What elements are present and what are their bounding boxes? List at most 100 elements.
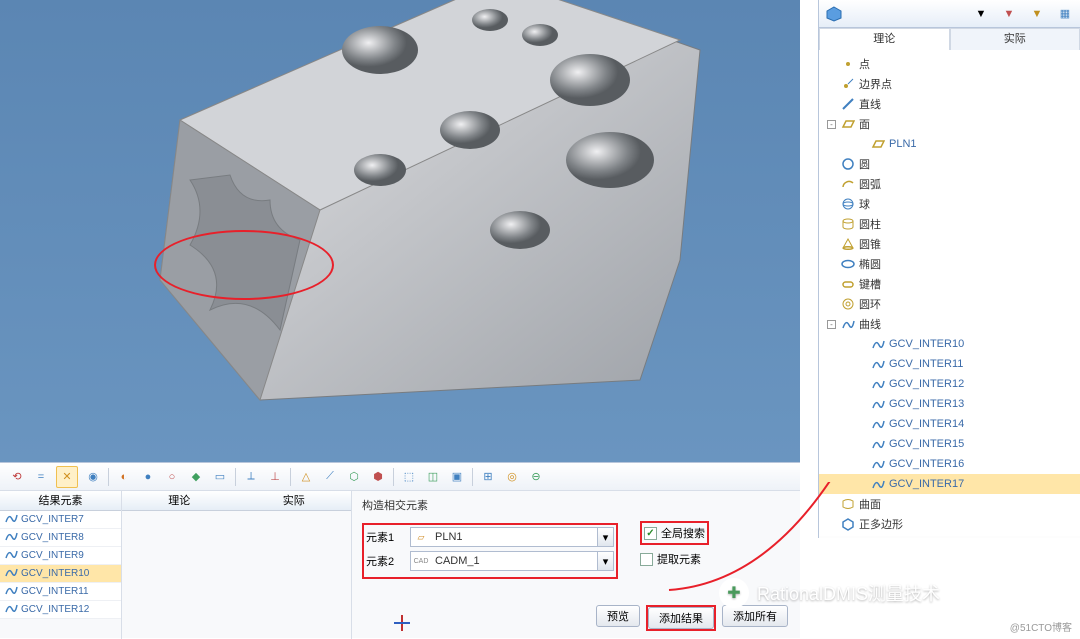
tree-node[interactable]: 圆弧 — [819, 174, 1080, 194]
element1-dropdown[interactable]: ▾ — [598, 527, 614, 547]
result-row[interactable]: GCV_INTER7 — [0, 511, 121, 529]
add-all-button[interactable]: 添加所有 — [722, 605, 788, 627]
cad-model — [120, 0, 720, 420]
element2-field[interactable]: CAD CADM_1 — [410, 551, 598, 571]
curve-icon — [4, 511, 18, 528]
tree-node[interactable]: 圆锥 — [819, 234, 1080, 254]
tree-child-node[interactable]: GCV_INTER11 — [819, 354, 1080, 374]
tool-ref2-icon[interactable]: ⊥ — [266, 468, 284, 486]
feature-icon — [871, 337, 885, 351]
tree-node[interactable]: 点 — [819, 54, 1080, 74]
feature-icon — [871, 357, 885, 371]
tool-feat3-icon[interactable]: ○ — [163, 468, 181, 486]
tree-node[interactable]: 椭圆 — [819, 254, 1080, 274]
global-search-checkbox[interactable]: ✓ 全局搜索 — [644, 525, 705, 541]
tree-node[interactable]: -面 — [819, 114, 1080, 134]
results-list[interactable]: GCV_INTER7GCV_INTER8GCV_INTER9GCV_INTER1… — [0, 511, 121, 619]
tree-node[interactable]: 圆柱 — [819, 214, 1080, 234]
tree-child-node[interactable]: GCV_INTER17 — [819, 474, 1080, 494]
tool-feat2-icon[interactable]: ● — [139, 468, 157, 486]
tree-child-node[interactable]: GCV_INTER16 — [819, 454, 1080, 474]
viewport-3d[interactable] — [0, 0, 800, 462]
tree-node[interactable]: 键槽 — [819, 274, 1080, 294]
result-row[interactable]: GCV_INTER11 — [0, 583, 121, 601]
construct-form: 构造相交元素 元素1 ▱ PLN1 ▾ 元素2 CAD CADM_1 — [352, 491, 800, 639]
tool-x3-icon[interactable]: ⊖ — [527, 468, 545, 486]
tool-feat4-icon[interactable]: ◆ — [187, 468, 205, 486]
tool-feat1-icon[interactable]: ◐ — [115, 468, 133, 486]
filter2-icon[interactable]: ▼ — [1000, 5, 1018, 23]
tool-feat5-icon[interactable]: ▭ — [211, 468, 229, 486]
tool-m1-icon[interactable]: ⬚ — [400, 468, 418, 486]
tree-child-label: GCV_INTER13 — [889, 398, 964, 410]
element1-field[interactable]: ▱ PLN1 — [410, 527, 598, 547]
tree-node[interactable]: 边界点 — [819, 74, 1080, 94]
feature-icon — [841, 197, 855, 211]
tree-node-label: 圆环 — [859, 296, 881, 312]
results-header: 结果元素 — [0, 491, 121, 511]
feature-icon — [871, 457, 885, 471]
tool-dim2-icon[interactable]: ⟋ — [321, 468, 339, 486]
feature-icon — [871, 137, 885, 151]
extract-checkbox[interactable]: ✓ 提取元素 — [640, 551, 709, 567]
tool-x2-icon[interactable]: ◎ — [503, 468, 521, 486]
tree-node[interactable]: 正多边形 — [819, 514, 1080, 534]
tool-blue-icon[interactable]: ◉ — [84, 468, 102, 486]
extract-label: 提取元素 — [657, 551, 701, 567]
tool-equal-icon[interactable]: = — [32, 468, 50, 486]
feature-icon — [871, 377, 885, 391]
tree-node[interactable]: 圆 — [819, 154, 1080, 174]
tree-child-node[interactable]: GCV_INTER15 — [819, 434, 1080, 454]
expander-icon[interactable]: - — [827, 120, 836, 129]
table-icon[interactable]: ▦ — [1056, 5, 1074, 23]
tree-child-node[interactable]: GCV_INTER10 — [819, 334, 1080, 354]
preview-columns: 理论 实际 — [122, 491, 352, 639]
filter1-icon[interactable]: ▼ — [972, 5, 990, 23]
tree-node-label: 圆锥 — [859, 236, 881, 252]
actual-col-header: 实际 — [237, 491, 352, 511]
result-row[interactable]: GCV_INTER12 — [0, 601, 121, 619]
filter3-icon[interactable]: ▼ — [1028, 5, 1046, 23]
feature-tree[interactable]: 点边界点直线-面PLN1圆圆弧球圆柱圆锥椭圆键槽圆环 -曲线 GCV_INTER10… — [819, 50, 1080, 536]
element1-value: PLN1 — [431, 531, 597, 543]
tab-actual[interactable]: 实际 — [950, 28, 1080, 50]
result-row[interactable]: GCV_INTER8 — [0, 529, 121, 547]
tool-intersect-icon[interactable]: ✕ — [58, 468, 76, 486]
tool-ref1-icon[interactable]: ⟂ — [242, 468, 260, 486]
tree-child-node[interactable]: PLN1 — [819, 134, 1080, 154]
tool-dim4-icon[interactable]: ⬢ — [369, 468, 387, 486]
tree-node[interactable]: 直线 — [819, 94, 1080, 114]
tree-child-node[interactable]: GCV_INTER12 — [819, 374, 1080, 394]
unchecked-icon: ✓ — [640, 553, 653, 566]
tool-m2-icon[interactable]: ◫ — [424, 468, 442, 486]
preview-button[interactable]: 预览 — [596, 605, 640, 627]
element1-label: 元素1 — [366, 529, 410, 545]
curve-icon — [4, 601, 18, 618]
tab-theory[interactable]: 理论 — [819, 28, 950, 50]
tree-node[interactable]: 圆环 — [819, 294, 1080, 314]
feature-icon — [841, 157, 855, 171]
feature-icon — [841, 117, 855, 131]
tool-x1-icon[interactable]: ⊞ — [479, 468, 497, 486]
result-row[interactable]: GCV_INTER9 — [0, 547, 121, 565]
cube-icon[interactable] — [825, 5, 843, 23]
result-row[interactable]: GCV_INTER10 — [0, 565, 121, 583]
expander-icon[interactable]: - — [827, 320, 836, 329]
feature-icon — [841, 317, 855, 331]
tree-child-node[interactable]: GCV_INTER14 — [819, 414, 1080, 434]
tree-child-label: GCV_INTER14 — [889, 418, 964, 430]
tree-node[interactable]: 曲面 — [819, 494, 1080, 514]
tool-dim1-icon[interactable]: △ — [297, 468, 315, 486]
tree-child-node[interactable]: GCV_INTER13 — [819, 394, 1080, 414]
tree-node[interactable]: -曲线 — [819, 314, 1080, 334]
tree-node[interactable]: 组合 — [819, 534, 1080, 536]
tool-reset-icon[interactable]: ⟲ — [8, 468, 26, 486]
tool-m3-icon[interactable]: ▣ — [448, 468, 466, 486]
result-row-label: GCV_INTER11 — [21, 586, 89, 597]
tool-dim3-icon[interactable]: ⬡ — [345, 468, 363, 486]
result-row-label: GCV_INTER12 — [21, 604, 89, 615]
tree-node[interactable]: 球 — [819, 194, 1080, 214]
add-result-button[interactable]: 添加结果 — [648, 607, 714, 629]
element2-dropdown[interactable]: ▾ — [598, 551, 614, 571]
tree-child-label: GCV_INTER10 — [889, 338, 964, 350]
